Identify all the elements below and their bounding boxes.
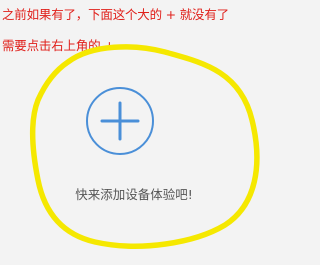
- annotation-text-line-2: 需要点击右上角的 +: [2, 38, 115, 53]
- add-device-button[interactable]: [86, 87, 154, 155]
- empty-state-hint: 快来添加设备体验吧!: [75, 187, 193, 202]
- plus-icon: [100, 101, 140, 141]
- annotation-text-line-1: 之前如果有了，下面这个大的 + 就没有了: [2, 7, 229, 22]
